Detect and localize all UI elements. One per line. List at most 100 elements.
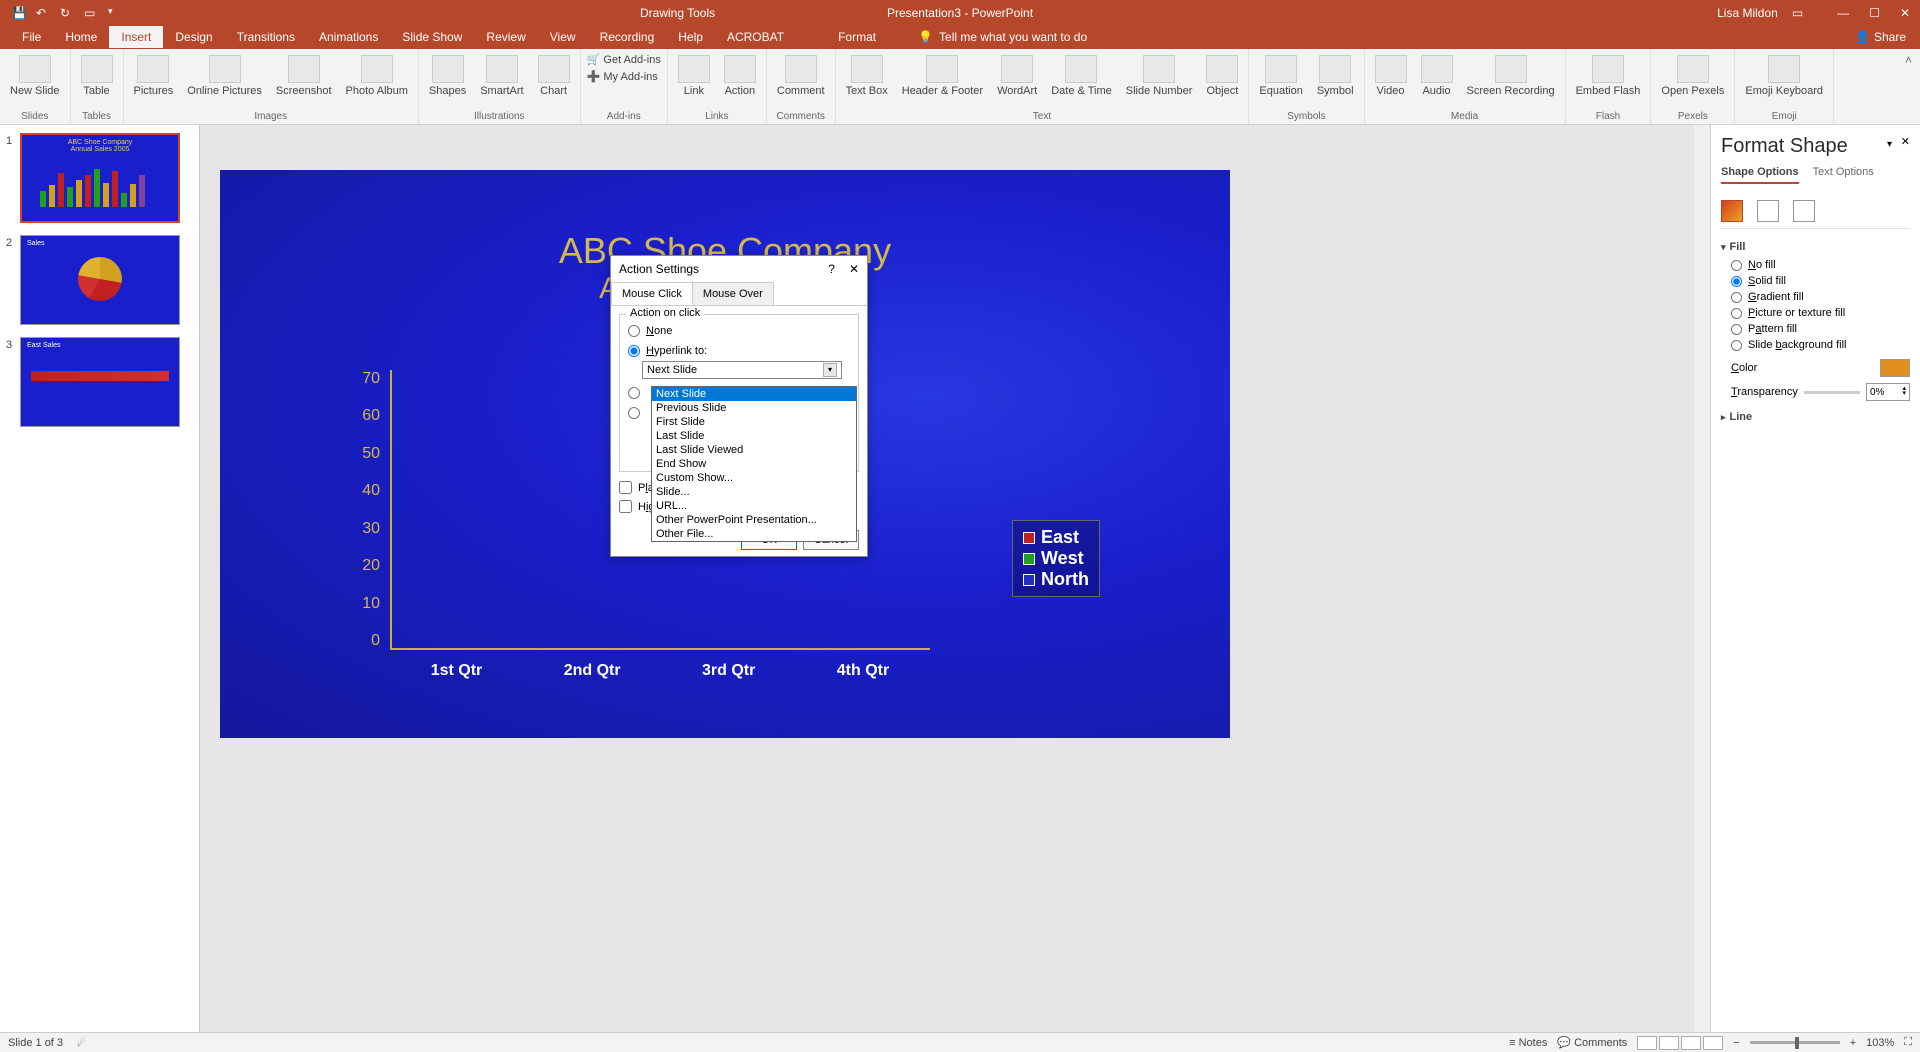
radio-no-fill[interactable]: No fill [1721,257,1910,273]
fill-color-picker[interactable] [1880,359,1910,377]
emoji-keyboard-button[interactable]: Emoji Keyboard [1741,53,1827,99]
slide-number-button[interactable]: Slide Number [1122,53,1197,99]
text-options-tab[interactable]: Text Options [1813,166,1874,184]
tab-acrobat[interactable]: ACROBAT [715,26,796,48]
screenshot-button[interactable]: Screenshot [272,53,336,99]
hyperlink-dropdown[interactable]: Next Slide Previous Slide First Slide La… [651,386,857,542]
zoom-in-icon[interactable]: + [1850,1037,1856,1049]
hyperlink-combo[interactable]: Next Slide ▾ [642,361,842,379]
spell-check-icon[interactable]: ☄ [77,1036,87,1049]
maximize-icon[interactable]: ☐ [1869,6,1880,20]
minimize-icon[interactable]: — [1837,6,1849,20]
get-addins-button[interactable]: 🛒 Get Add-ins [587,53,661,66]
zoom-slider[interactable] [1750,1041,1840,1044]
tab-format[interactable]: Format [826,26,888,48]
text-box-button[interactable]: Text Box [842,53,892,99]
user-name[interactable]: Lisa Mildon [1717,6,1778,20]
dd-slide[interactable]: Slide... [652,485,856,499]
my-addins-button[interactable]: ➕ My Add-ins [587,70,661,83]
save-icon[interactable]: 💾 [12,6,26,20]
shapes-button[interactable]: Shapes [425,53,470,99]
photo-album-button[interactable]: Photo Album [342,53,412,99]
new-slide-button[interactable]: New Slide [6,53,64,99]
header-footer-button[interactable]: Header & Footer [898,53,987,99]
object-button[interactable]: Object [1202,53,1242,99]
dd-first-slide[interactable]: First Slide [652,415,856,429]
reading-view-icon[interactable] [1681,1036,1701,1050]
size-properties-icon[interactable] [1793,200,1815,222]
start-from-beginning-icon[interactable]: ▭ [84,6,98,20]
dd-last-viewed[interactable]: Last Slide Viewed [652,443,856,457]
dialog-close-icon[interactable]: ✕ [849,262,859,276]
slideshow-view-icon[interactable] [1703,1036,1723,1050]
dialog-help-icon[interactable]: ? [828,262,835,276]
table-button[interactable]: Table [77,53,117,99]
comment-button[interactable]: Comment [773,53,829,99]
redo-icon[interactable]: ↻ [60,6,74,20]
zoom-level[interactable]: 103% [1866,1037,1894,1049]
dd-end-show[interactable]: End Show [652,457,856,471]
radio-picture-fill[interactable]: Picture or texture fill [1721,305,1910,321]
transparency-slider[interactable] [1804,391,1860,394]
dd-other-ppt[interactable]: Other PowerPoint Presentation... [652,513,856,527]
tab-file[interactable]: File [10,26,53,48]
tab-view[interactable]: View [538,26,588,48]
pane-close-icon[interactable]: ✕ [1901,135,1910,148]
dd-last-slide[interactable]: Last Slide [652,429,856,443]
date-time-button[interactable]: Date & Time [1047,53,1116,99]
tab-home[interactable]: Home [53,26,109,48]
line-section-toggle[interactable]: ▸Line [1721,407,1910,427]
symbol-button[interactable]: Symbol [1313,53,1358,99]
tab-design[interactable]: Design [163,26,224,48]
effects-icon[interactable] [1757,200,1779,222]
fill-line-icon[interactable] [1721,200,1743,222]
smartart-button[interactable]: SmartArt [476,53,527,99]
radio-slide-bg-fill[interactable]: Slide background fill [1721,337,1910,353]
radio-solid-fill[interactable]: Solid fill [1721,273,1910,289]
collapse-ribbon-icon[interactable]: ˄ [1905,53,1912,67]
undo-icon[interactable]: ↶ [36,6,50,20]
share-button[interactable]: 👤 Share [1855,30,1906,44]
slide-thumb-3[interactable]: 3 East Sales [6,337,193,427]
pane-options-icon[interactable]: ▾ [1887,139,1892,150]
shape-options-tab[interactable]: Shape Options [1721,166,1799,184]
slide-thumb-1[interactable]: 1 ABC Shoe CompanyAnnual Sales 2005 [6,133,193,223]
fill-section-toggle[interactable]: ▾Fill [1721,237,1910,257]
radio-none[interactable]: None [628,321,850,341]
radio-gradient-fill[interactable]: Gradient fill [1721,289,1910,305]
ribbon-display-icon[interactable]: ▭ [1792,6,1803,20]
pictures-button[interactable]: Pictures [130,53,178,99]
fit-to-window-icon[interactable]: ⛶ [1904,1036,1912,1049]
tab-insert[interactable]: Insert [109,26,163,48]
chevron-down-icon[interactable]: ▾ [823,363,837,377]
slide-counter[interactable]: Slide 1 of 3 [8,1037,63,1049]
online-pictures-button[interactable]: Online Pictures [183,53,266,99]
transparency-spinner[interactable]: 0%▴▾ [1866,383,1910,401]
slide-thumb-2[interactable]: 2 Sales [6,235,193,325]
equation-button[interactable]: Equation [1255,53,1306,99]
dd-previous-slide[interactable]: Previous Slide [652,401,856,415]
notes-button[interactable]: ≡ Notes [1509,1037,1547,1049]
embed-flash-button[interactable]: Embed Flash [1572,53,1645,99]
tab-recording[interactable]: Recording [588,26,667,48]
slide-thumbnail-panel[interactable]: 1 ABC Shoe CompanyAnnual Sales 2005 2 Sa… [0,125,200,1032]
dd-custom-show[interactable]: Custom Show... [652,471,856,485]
tab-transitions[interactable]: Transitions [225,26,307,48]
slide-canvas-area[interactable]: ABC Shoe Company Annual Sales 2005 70 60… [200,125,1710,1032]
dd-other-file[interactable]: Other File... [652,527,856,541]
link-button[interactable]: Link [674,53,714,99]
chart-button[interactable]: Chart [534,53,574,99]
normal-view-icon[interactable] [1637,1036,1657,1050]
dd-url[interactable]: URL... [652,499,856,513]
screen-recording-button[interactable]: Screen Recording [1463,53,1559,99]
wordart-button[interactable]: WordArt [993,53,1041,99]
radio-pattern-fill[interactable]: Pattern fill [1721,321,1910,337]
dd-next-slide[interactable]: Next Slide [652,387,856,401]
video-button[interactable]: Video [1371,53,1411,99]
comments-button[interactable]: 💬 Comments [1557,1036,1627,1049]
close-icon[interactable]: ✕ [1900,6,1910,20]
radio-hyperlink[interactable]: Hyperlink to: [628,341,850,361]
tab-animations[interactable]: Animations [307,26,390,48]
tab-slideshow[interactable]: Slide Show [390,26,474,48]
open-pexels-button[interactable]: Open Pexels [1657,53,1728,99]
